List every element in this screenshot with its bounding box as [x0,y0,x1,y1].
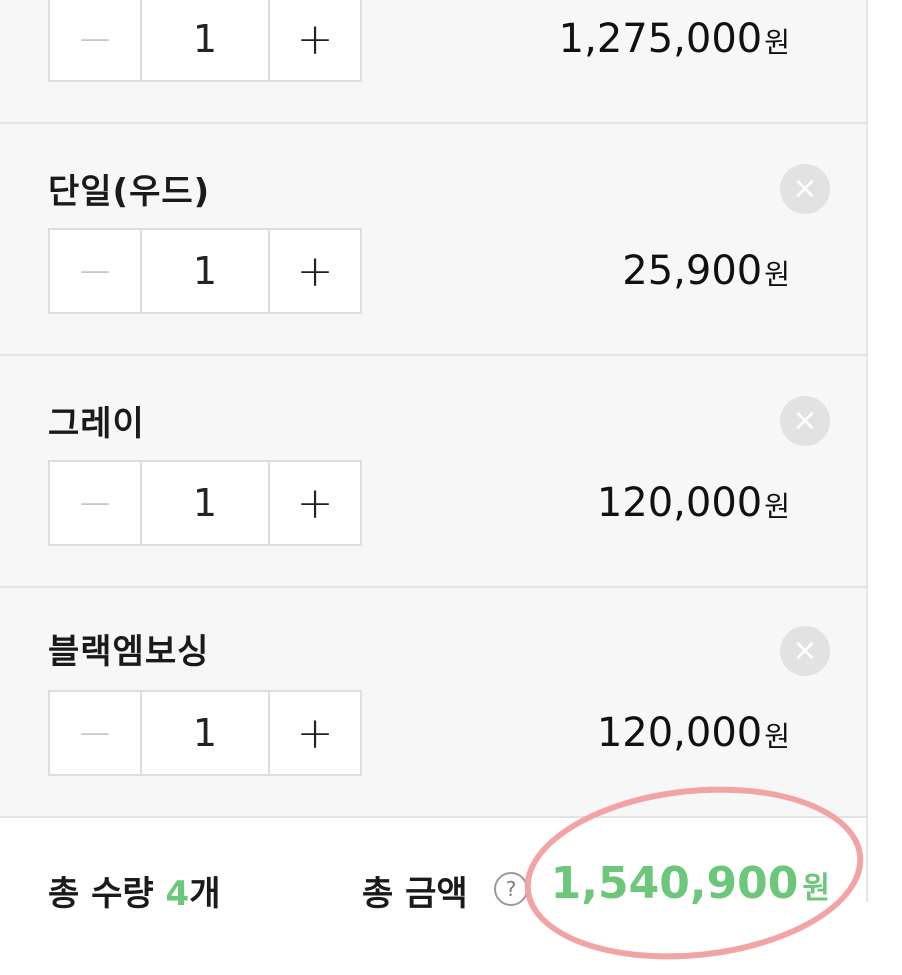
total-quantity: 총 수량 4개 [48,866,220,915]
price-amount: 25,900 [622,248,763,294]
price-amount: 1,275,000 [558,16,763,62]
decrease-button[interactable]: − [50,692,140,774]
price-currency: 원 [764,26,790,59]
quantity-value[interactable]: 1 [140,462,270,544]
item-option-name: 단일(우드) [48,172,211,212]
price-currency: 원 [764,490,790,523]
cart-item-3: 블랙엠보싱 × − 1 + 120,000원 [0,588,868,816]
total-amount-label: 총 금액 [362,874,468,914]
item-option-name: 블랙엠보싱 [48,632,210,672]
total-quantity-label: 총 수량 [48,874,154,914]
quantity-stepper: − 1 + [48,0,362,82]
cart-item-1: 단일(우드) × − 1 + 25,900원 [0,124,868,354]
increase-button[interactable]: + [270,692,360,774]
quantity-stepper: − 1 + [48,228,362,314]
quantity-value[interactable]: 1 [140,0,270,80]
quantity-stepper: − 1 + [48,690,362,776]
item-price: 120,000원 [597,480,790,526]
decrease-button[interactable]: − [50,462,140,544]
quantity-value[interactable]: 1 [140,692,270,774]
item-price: 1,275,000원 [559,16,790,62]
total-quantity-value: 4 [165,874,190,914]
price-amount: 120,000 [596,480,763,526]
quantity-stepper: − 1 + [48,460,362,546]
remove-item-button[interactable]: × [780,626,830,676]
price-currency: 원 [764,258,790,291]
cart-item-2: 그레이 × − 1 + 120,000원 [0,356,868,586]
decrease-button[interactable]: − [50,0,140,80]
price-amount: 120,000 [596,710,763,756]
item-price: 25,900원 [622,248,790,294]
remove-item-button[interactable]: × [780,396,830,446]
increase-button[interactable]: + [270,0,360,80]
remove-item-button[interactable]: × [780,164,830,214]
increase-button[interactable]: + [270,230,360,312]
cart-item-0: − 1 + 1,275,000원 [0,0,868,122]
item-option-name: 그레이 [48,404,145,444]
total-quantity-unit: 개 [189,874,221,914]
item-price: 120,000원 [597,710,790,756]
increase-button[interactable]: + [270,462,360,544]
quantity-value[interactable]: 1 [140,230,270,312]
price-currency: 원 [764,720,790,753]
help-icon[interactable]: ? [494,872,528,906]
decrease-button[interactable]: − [50,230,140,312]
